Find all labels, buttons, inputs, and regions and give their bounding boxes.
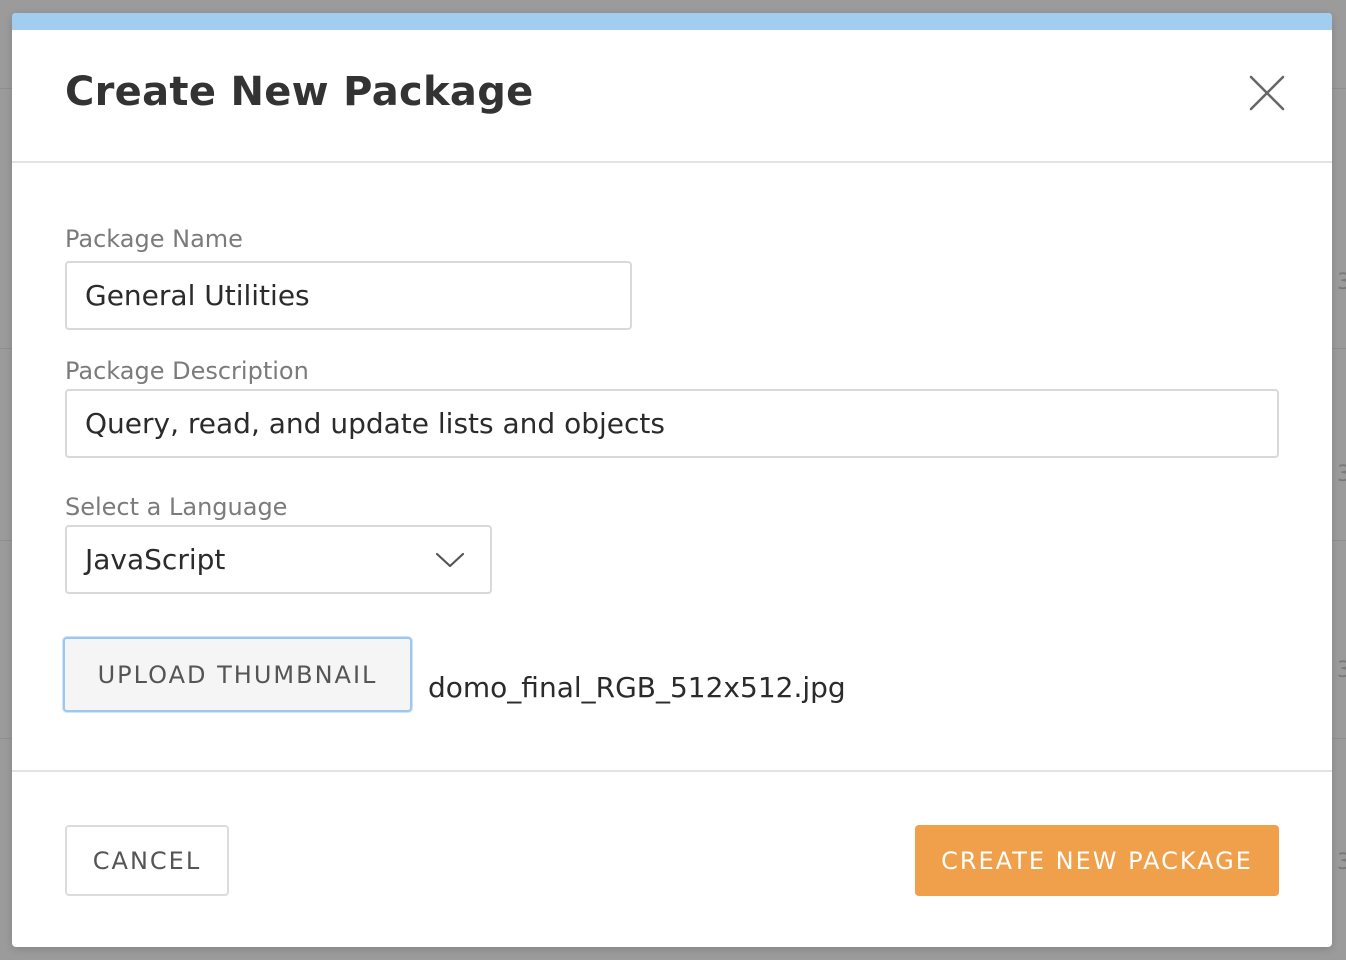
dialog-title: Create New Package xyxy=(65,69,534,115)
package-description-label: Package Description xyxy=(65,357,309,385)
background-glyph: 3 xyxy=(1337,270,1346,295)
package-description-input[interactable] xyxy=(67,391,1277,456)
language-label: Select a Language xyxy=(65,493,288,521)
thumbnail-file-name: domo_final_RGB_512x512.jpg xyxy=(428,671,846,704)
close-button[interactable] xyxy=(1247,73,1287,113)
language-selected-value: JavaScript xyxy=(85,543,226,576)
footer-divider xyxy=(12,770,1332,772)
upload-thumbnail-button[interactable]: UPLOAD THUMBNAIL xyxy=(63,637,412,712)
create-package-button[interactable]: CREATE NEW PACKAGE xyxy=(915,825,1279,896)
background-glyph: 3 xyxy=(1337,462,1346,487)
package-name-input[interactable] xyxy=(67,263,630,328)
package-description-field[interactable] xyxy=(65,389,1279,458)
create-package-dialog: Create New Package Package Name Package … xyxy=(12,13,1332,947)
package-name-label: Package Name xyxy=(65,225,243,253)
background-glyph: 3 xyxy=(1337,658,1346,683)
language-select[interactable]: JavaScript xyxy=(65,525,492,594)
close-icon xyxy=(1249,75,1285,111)
dialog-accent-bar xyxy=(12,13,1332,30)
header-divider xyxy=(12,161,1332,163)
package-name-field[interactable] xyxy=(65,261,632,330)
chevron-down-icon xyxy=(435,552,465,568)
background-glyph: 3 xyxy=(1337,850,1346,875)
cancel-button[interactable]: CANCEL xyxy=(65,825,229,896)
